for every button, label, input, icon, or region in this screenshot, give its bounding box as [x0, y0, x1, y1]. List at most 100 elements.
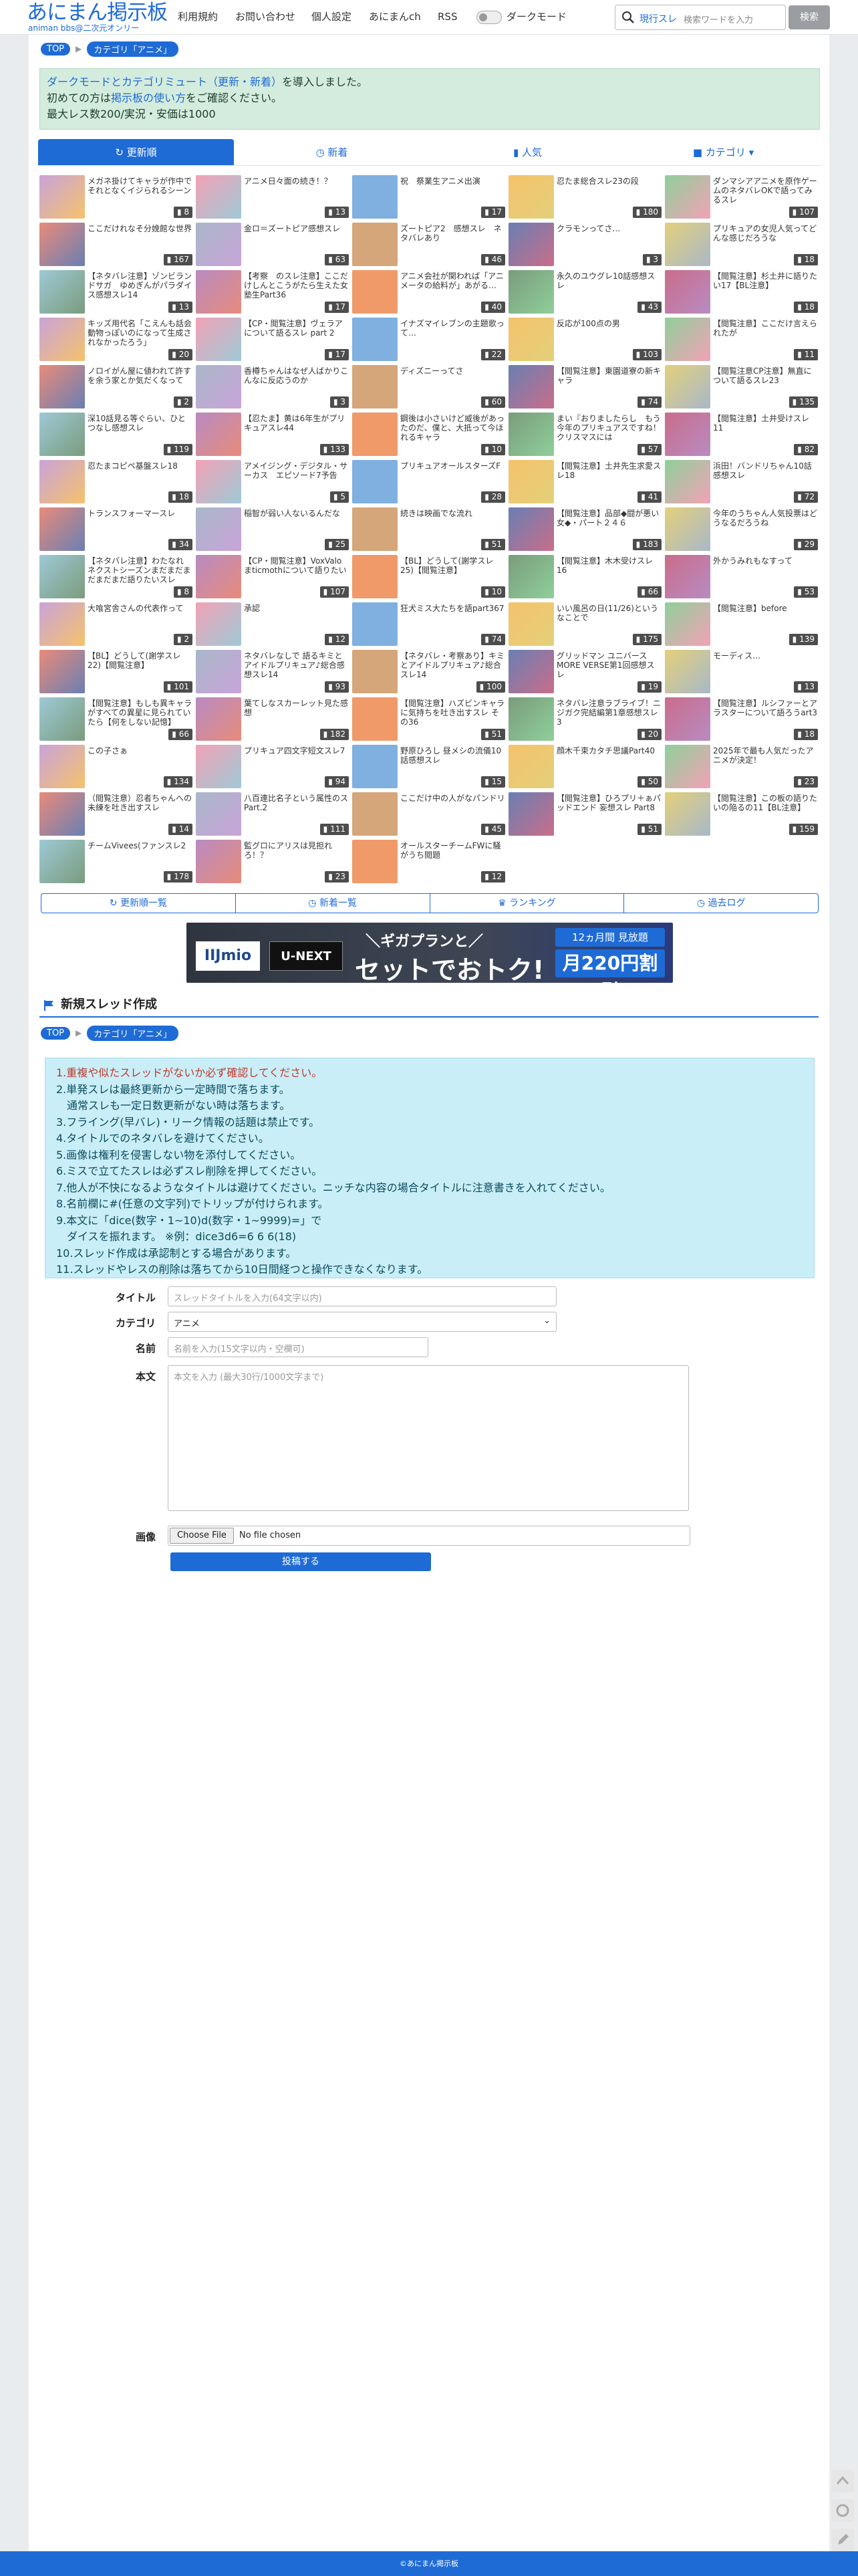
thread-thumbnail[interactable] — [665, 792, 710, 836]
thread-thumbnail[interactable] — [196, 175, 241, 219]
thread-title[interactable]: プリキュアオールスターズF — [400, 461, 506, 471]
thread-thumbnail[interactable] — [39, 840, 85, 883]
thread-title[interactable]: 【BL】どうして(謝学スレ25)【閲覧注意】 — [400, 556, 506, 575]
thread-title[interactable]: 【忍たま】黄は6年生がプリキュアスレ44 — [244, 414, 349, 433]
thread-item[interactable]: 承認 ▮ 12 — [196, 601, 351, 647]
thread-thumbnail[interactable] — [509, 365, 554, 408]
thread-thumbnail[interactable] — [352, 555, 398, 598]
thread-thumbnail[interactable] — [352, 270, 398, 314]
thread-item[interactable]: チームVivees(ファンスレ2 ▮ 178 — [39, 838, 195, 884]
thread-title[interactable]: プリキュア四文字短文スレ7 — [244, 746, 349, 755]
thread-item[interactable]: 【閲覧注意】もしも異キャラがすべての異星に見られていたら【何をしない記憶】 ▮ 6… — [39, 696, 195, 741]
thread-thumbnail[interactable] — [196, 650, 241, 693]
thread-title[interactable]: モーディス… — [713, 651, 819, 661]
notice-feature-link[interactable]: ダークモードとカテゴリミュート（更新・新着） — [47, 76, 282, 88]
thread-thumbnail[interactable] — [509, 175, 554, 219]
thread-title[interactable]: アニメ日々面の続き！？ — [244, 177, 349, 186]
thread-title[interactable]: 【閲覧注意】土井受けスレ11 — [713, 414, 819, 433]
thread-title[interactable]: アニメ会社が関われば「アニメータの給料が」あがる… — [400, 271, 506, 290]
thread-thumbnail[interactable] — [39, 602, 85, 646]
thread-item[interactable]: 【閲覧注意】ハズビンキャラに気持ちを吐き出すスレ その36 ▮ 51 — [352, 696, 508, 741]
thread-title[interactable]: 外かうみれもなすって — [713, 556, 819, 566]
thread-thumbnail[interactable] — [665, 650, 710, 693]
updated-list-link[interactable]: ↻ 更新順一覧 — [41, 894, 236, 913]
notice-howto-link[interactable]: 掲示板の使い方 — [111, 92, 186, 104]
thread-thumbnail[interactable] — [352, 365, 398, 408]
thread-thumbnail[interactable] — [39, 413, 85, 456]
thread-title[interactable]: 大喰宮舎さんの代表作って — [88, 604, 193, 613]
thread-title[interactable]: 野原ひろし 昼メシの流儀10話感想スレ — [400, 746, 506, 765]
thread-item[interactable]: 【忍たま】黄は6年生がプリキュアスレ44 ▮ 133 — [196, 411, 351, 457]
thread-thumbnail[interactable] — [665, 318, 710, 361]
thread-item[interactable]: ここだけれなそ分娩館な世界 ▮ 167 — [39, 221, 195, 267]
nav-rss-link[interactable]: RSS — [438, 10, 457, 23]
thread-item[interactable]: 稲智が弱い人ないるんだな ▮ 25 — [196, 506, 351, 552]
thread-thumbnail[interactable] — [39, 555, 85, 598]
thread-thumbnail[interactable] — [509, 602, 554, 646]
thread-title[interactable]: 【CP・閲覧注意】ヴェラアについて語るスレ part 2 — [244, 319, 349, 338]
thread-thumbnail[interactable] — [665, 745, 710, 788]
thread-item[interactable]: 【閲覧注意】品部◆闘が悪い女◆・パート２４６ ▮ 183 — [509, 506, 664, 552]
thread-thumbnail[interactable] — [352, 650, 398, 693]
thread-thumbnail[interactable] — [39, 792, 85, 836]
thread-thumbnail[interactable] — [39, 507, 85, 551]
thread-item[interactable]: 反応が100点の男 ▮ 103 — [509, 316, 664, 362]
thread-title[interactable]: 【ネタバレ注意】ゾンビランドサガ ゆめぎんがパラダイス感想スレ14 — [88, 271, 193, 300]
thread-title[interactable]: 【閲覧注意】土井先生求愛スレ18 — [557, 461, 662, 480]
thread-item[interactable]: モーディス… ▮ 13 — [665, 649, 821, 694]
tab-category[interactable]: ■ カテゴリ ▾ — [625, 139, 821, 166]
thread-title[interactable]: この子さぁ — [88, 746, 193, 755]
thread-item[interactable]: 【閲覧注意】土井先生求愛スレ18 ▮ 41 — [509, 459, 664, 504]
thread-title[interactable]: ネタバレなしで 語るキミとアイドルプリキュア♪総合感想スレ14 — [244, 651, 349, 679]
thread-title[interactable]: 八百連比名子という属性のスPart.2 — [244, 794, 349, 812]
thread-title[interactable]: 【閲覧注意】木木受けスレ16 — [557, 556, 662, 575]
thread-item[interactable]: キッズ用代名「こえんも話会動物っぽいのになって生成されなかったろう」 ▮ 20 — [39, 316, 195, 362]
thread-title[interactable]: 香樽ちゃんはなぜ人ばかりこんなに反応うのか — [244, 366, 349, 385]
thread-item[interactable]: 【ネタバレ・考察あり】キミとアイドルプリキュア♪総合スレ14 ▮ 100 — [352, 649, 508, 694]
thread-title[interactable]: トランスフォーマースレ — [88, 509, 193, 518]
thread-item[interactable]: クラモンってさ… ▮ 3 — [509, 221, 664, 267]
thread-thumbnail[interactable] — [196, 365, 241, 408]
thread-item[interactable]: 【BL】どうして(謝学スレ25)【閲覧注意】 ▮ 10 — [352, 554, 508, 599]
thread-thumbnail[interactable] — [196, 840, 241, 883]
thread-item[interactable]: オールスターチームFWに騒がうち閲題 ▮ 12 — [352, 838, 508, 884]
thread-thumbnail[interactable] — [39, 697, 85, 741]
thread-thumbnail[interactable] — [39, 175, 85, 219]
thread-item[interactable]: トランスフォーマースレ ▮ 34 — [39, 506, 195, 552]
thread-thumbnail[interactable] — [39, 650, 85, 693]
thread-title[interactable]: 【閲覧注意】東園道寮の新キャラ — [557, 366, 662, 385]
thread-item[interactable]: イナズマイレブンの主題歌って… ▮ 22 — [352, 316, 508, 362]
thread-thumbnail[interactable] — [665, 507, 710, 551]
thread-title[interactable]: ノロイがん屋に値われて許すを余う家とか気だくなって — [88, 366, 193, 385]
scroll-top-button[interactable] — [831, 2470, 854, 2492]
thread-thumbnail[interactable] — [352, 745, 398, 788]
thread-thumbnail[interactable] — [39, 365, 85, 408]
thread-thumbnail[interactable] — [352, 840, 398, 883]
breadcrumb-top[interactable]: TOP — [41, 42, 71, 55]
thread-item[interactable]: 祝 祭業生アニメ出演 ▮ 17 — [352, 174, 508, 219]
thread-title[interactable]: ネタバレ注意ラブライブ！ニジガク完結編第1章感想スレ3 — [557, 699, 662, 727]
site-logo[interactable]: あにまん掲示板 — [27, 1, 168, 25]
thread-thumbnail[interactable] — [352, 175, 398, 219]
search-button[interactable]: 検索 — [789, 5, 830, 29]
thread-item[interactable]: アニメ会社が関われば「アニメータの給料が」あがる… ▮ 40 — [352, 269, 508, 314]
thread-title[interactable]: ここだけ中の人がなパンドリ — [400, 794, 506, 803]
thread-item[interactable]: ネタバレ注意ラブライブ！ニジガク完結編第1章感想スレ3 ▮ 20 — [509, 696, 664, 741]
thread-item[interactable]: 【閲覧注意】ここだけ言えられたが ▮ 11 — [665, 316, 821, 362]
thread-thumbnail[interactable] — [509, 555, 554, 598]
thread-thumbnail[interactable] — [509, 507, 554, 551]
tab-new[interactable]: ◷ 新着 — [234, 139, 430, 166]
thread-thumbnail[interactable] — [352, 460, 398, 503]
thread-thumbnail[interactable] — [39, 460, 85, 503]
thread-thumbnail[interactable] — [196, 413, 241, 456]
thread-title[interactable]: まい『おりましたらし もう今年のプリキュアスですね！クリスマスには — [557, 414, 662, 442]
thread-item[interactable]: メガネ掛けてキャラが作中でそれとなくイジられるシーン ▮ 8 — [39, 174, 195, 219]
thread-title[interactable]: ズートピア2 感想スレ ネタバレあり — [400, 224, 506, 243]
thread-title[interactable]: オールスターチームFWに騒がうち閲題 — [400, 841, 506, 860]
thread-item[interactable]: 【閲覧注意】ひろプリ＋ぁパッドエンド 妄想スレ Part8 ▮ 51 — [509, 791, 664, 836]
thread-title[interactable]: 忍たまコピペ基盤スレ18 — [88, 461, 193, 471]
name-input[interactable]: 名前を入力(15文字以内・空欄可) — [168, 1337, 428, 1357]
thread-title[interactable]: 承認 — [244, 604, 349, 613]
thread-thumbnail[interactable] — [352, 792, 398, 836]
thread-item[interactable]: グリッドマン ユニバース MORE VERSE第1回感想スレ ▮ 19 — [509, 649, 664, 694]
